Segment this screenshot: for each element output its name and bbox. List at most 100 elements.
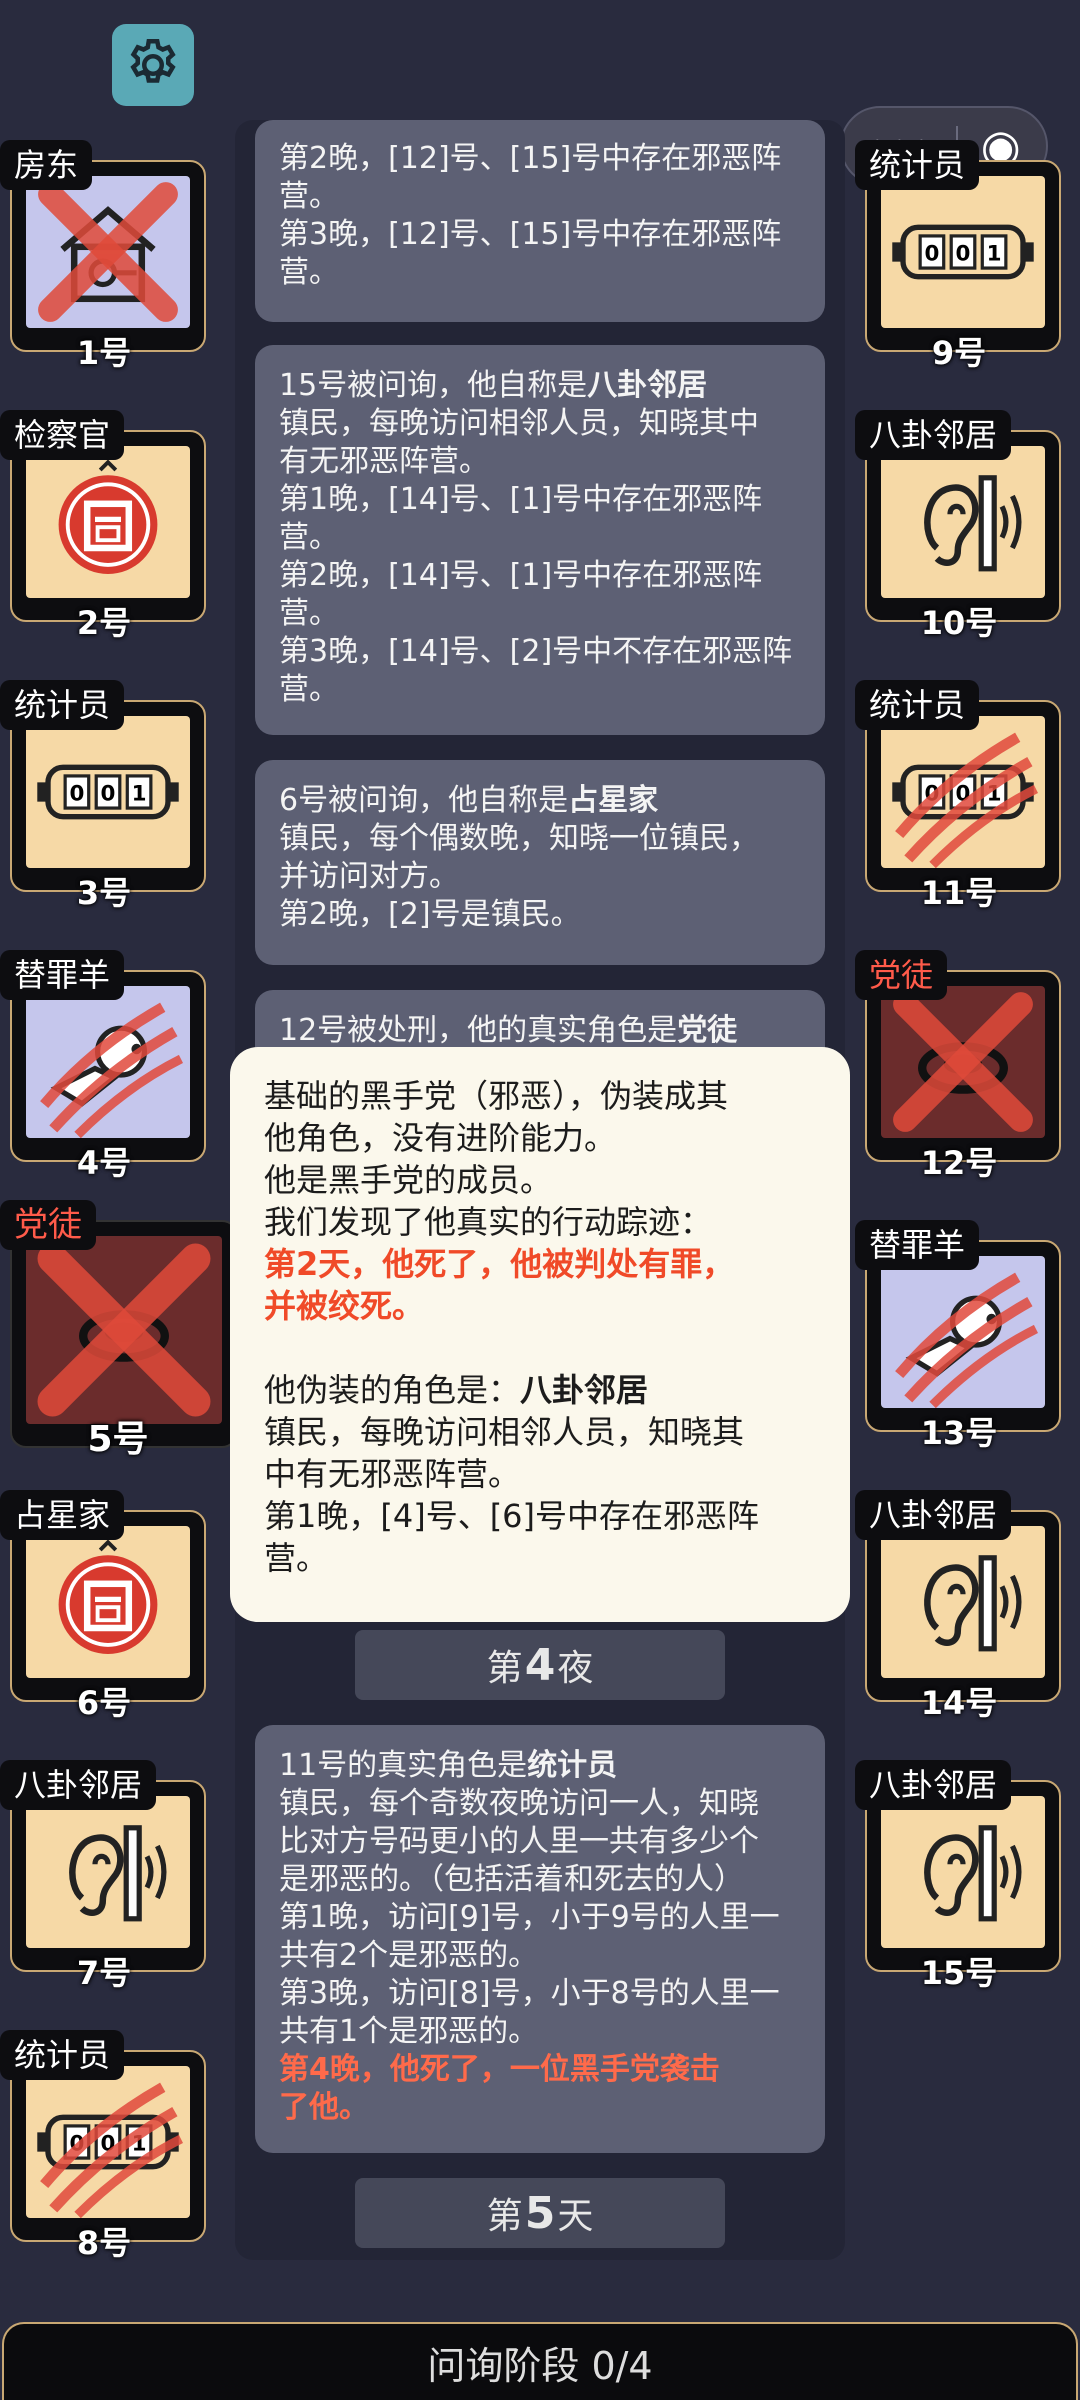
log-line: 营。 (279, 179, 339, 214)
svg-text:1: 1 (132, 782, 147, 807)
phase-bar: 问询阶段 0/4 (2, 2322, 1078, 2400)
role-portrait (26, 1526, 190, 1678)
player-number: 6号 (76, 1684, 132, 1722)
counter-icon: 001 (33, 754, 183, 830)
ear-icon (898, 1537, 1028, 1667)
phase-label: 问询阶段 0/4 (427, 2343, 653, 2388)
role-label: 八卦邻居 (855, 410, 1012, 460)
log-line-death: 第4晚，他死了，一位黑手党袭击 (279, 2052, 720, 2087)
player-number: 5号 (87, 1419, 149, 1460)
counter-icon: 001 (888, 214, 1038, 290)
gear-icon (130, 39, 176, 83)
svg-text:0: 0 (956, 242, 971, 267)
log-card: 6号被问询，他自称是占星家 镇民，每个偶数晚，知晓一位镇民， 并访问对方。 第2… (255, 760, 825, 965)
log-line: 第2晚，[2]号是镇民。 (279, 897, 581, 932)
role-portrait (26, 1236, 222, 1424)
popup-line: 镇民，每晚访问相邻人员，知晓其 (264, 1413, 745, 1451)
role-portrait: 001 (881, 716, 1045, 868)
player-slot[interactable]: 替罪羊 4号 (0, 950, 208, 1182)
popup-line: 我们发现了他真实的行动踪迹： (264, 1203, 713, 1241)
role-portrait: 001 (881, 176, 1045, 328)
log-line: 15号被问询，他自称是八卦邻居 (279, 368, 708, 403)
player-number: 11号 (920, 874, 998, 912)
ear-icon (43, 1807, 173, 1937)
role-label: 替罪羊 (855, 1220, 980, 1270)
log-line: 营。 (279, 672, 339, 707)
role-portrait (881, 1526, 1045, 1678)
player-number: 12号 (920, 1144, 998, 1182)
player-slot[interactable]: 0 0 1 统计员 3号 (0, 680, 208, 912)
player-slot[interactable]: 0 0 1 统计员 8号 (0, 2030, 208, 2262)
player-slot[interactable]: 八卦邻居 7号 (0, 1760, 208, 1992)
role-portrait (26, 176, 190, 328)
svg-text:0: 0 (101, 782, 116, 807)
player-number: 9号 (931, 334, 987, 372)
log-line: 营。 (279, 255, 339, 290)
log-line: 第3晚，访问[8]号，小于8号的人里一 (279, 1976, 780, 2011)
role-portrait (26, 1796, 190, 1948)
player-slot[interactable]: 0 0 1 统计员 11号 (855, 680, 1063, 912)
player-slot[interactable]: 0 0 1 统计员 9号 (855, 140, 1063, 372)
role-portrait: 001 (26, 2066, 190, 2218)
log-card: 11号的真实角色是统计员 镇民，每个奇数夜晚访问一人，知晓 比对方号码更小的人里… (255, 1725, 825, 2153)
stamp-icon (43, 457, 173, 587)
player-slot[interactable]: 党徒 5号 (0, 1200, 238, 1460)
log-line: 共有1个是邪恶的。 (279, 2014, 539, 2049)
role-label: 房东 (0, 140, 93, 190)
player-number: 4号 (76, 1144, 132, 1182)
role-portrait (881, 446, 1045, 598)
player-slot[interactable]: 八卦邻居 14号 (855, 1490, 1063, 1722)
log-line: 12号被处刑，他的真实角色是党徒 (279, 1013, 738, 1048)
role-label: 统计员 (0, 680, 125, 730)
settings-button[interactable] (112, 24, 194, 106)
popup-line: 中有无邪恶阵营。 (264, 1455, 521, 1493)
log-line: 第3晚，[12]号、[15]号中存在邪恶阵 (279, 217, 782, 252)
role-portrait (26, 446, 190, 598)
player-number: 13号 (920, 1414, 998, 1452)
role-portrait (26, 986, 190, 1138)
player-slot[interactable]: 检察官 2号 (0, 410, 208, 642)
role-label: 统计员 (855, 140, 980, 190)
role-label: 八卦邻居 (855, 1490, 1012, 1540)
log-line: 6号被问询，他自称是占星家 (279, 783, 659, 818)
popup-line: 基础的黑手党（邪恶），伪装成其 (264, 1077, 729, 1115)
player-slot[interactable]: 八卦邻居 15号 (855, 1760, 1063, 1992)
log-line: 第2晚，[14]号、[1]号中存在邪恶阵 (279, 558, 763, 593)
player-slot[interactable]: 替罪羊 13号 (855, 1220, 1063, 1452)
ear-icon (898, 1807, 1028, 1937)
player-number: 7号 (76, 1954, 132, 1992)
player-number: 2号 (76, 604, 132, 642)
role-label: 检察官 (0, 410, 125, 460)
popup-line: 营。 (264, 1539, 329, 1577)
log-line: 镇民，每个偶数晚，知晓一位镇民， (279, 821, 759, 856)
role-portrait: 001 (26, 716, 190, 868)
popup-spacer (264, 1327, 816, 1369)
player-slot[interactable]: 党徒 12号 (855, 950, 1063, 1182)
ear-icon (898, 457, 1028, 587)
log-line: 有无邪恶阵营。 (279, 444, 489, 479)
role-portrait (881, 986, 1045, 1138)
role-label: 党徒 (855, 950, 948, 1000)
player-number: 8号 (76, 2224, 132, 2262)
popup-line: 他伪装的角色是：八卦邻居 (264, 1371, 649, 1409)
log-line: 镇民，每个奇数夜晚访问一人，知晓 (279, 1786, 759, 1821)
log-line: 第1晚，[14]号、[1]号中存在邪恶阵 (279, 482, 763, 517)
day-label: 第5天 (355, 2178, 725, 2248)
stamp-icon (43, 1537, 173, 1667)
log-card: 15号被问询，他自称是八卦邻居 镇民，每晚访问相邻人员，知晓其中 有无邪恶阵营。… (255, 345, 825, 735)
night-label: 第4夜 (355, 1630, 725, 1700)
log-line-death: 了他。 (279, 2090, 369, 2125)
log-line: 镇民，每晚访问相邻人员，知晓其中 (279, 406, 759, 441)
player-slot[interactable]: 占星家 6号 (0, 1490, 208, 1722)
log-line: 11号的真实角色是统计员 (279, 1748, 618, 1783)
role-label: 替罪羊 (0, 950, 125, 1000)
role-detail-popup[interactable]: 基础的黑手党（邪恶），伪装成其 他角色，没有进阶能力。 他是黑手党的成员。 我们… (230, 1047, 850, 1622)
svg-text:1: 1 (987, 242, 1002, 267)
player-slot[interactable]: 房东 1号 (0, 140, 208, 372)
log-line: 营。 (279, 596, 339, 631)
player-slot[interactable]: 八卦邻居 10号 (855, 410, 1063, 642)
log-line: 第2晚，[12]号、[15]号中存在邪恶阵 (279, 141, 782, 176)
role-label: 党徒 (0, 1200, 96, 1250)
popup-line: 第1晚，[4]号、[6]号中存在邪恶阵 (264, 1497, 760, 1535)
log-line: 共有2个是邪恶的。 (279, 1938, 539, 1973)
